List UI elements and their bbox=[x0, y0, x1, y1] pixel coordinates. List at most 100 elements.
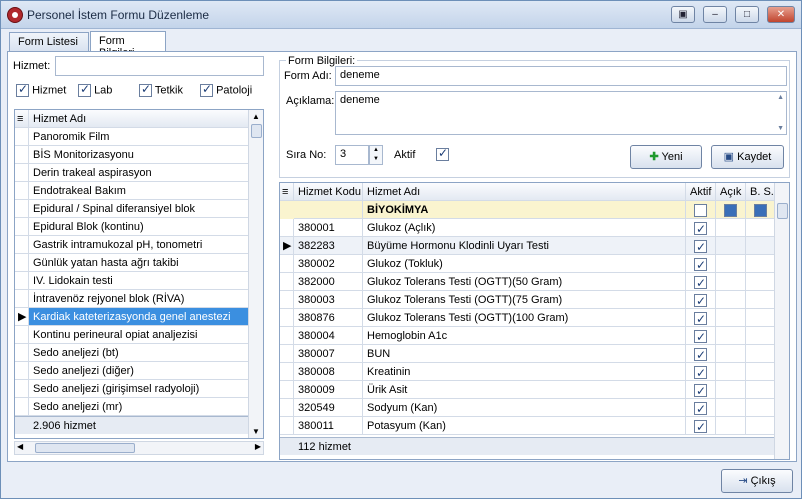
close-button[interactable]: ✕ bbox=[767, 6, 795, 23]
detail-vscroll[interactable] bbox=[774, 183, 789, 459]
acik-cell[interactable] bbox=[716, 291, 746, 309]
list-item[interactable]: Sedo anelјezi (girişimsel radyoloji) bbox=[15, 380, 249, 398]
acik-cell[interactable] bbox=[716, 381, 746, 399]
maximize-button[interactable]: □ bbox=[735, 6, 759, 23]
tab-form-bilgileri[interactable]: Form Bilgileri bbox=[90, 31, 166, 59]
column-menu-icon[interactable]: ≡ bbox=[280, 183, 294, 201]
acik-cell[interactable] bbox=[716, 219, 746, 237]
checkbox-icon[interactable] bbox=[694, 238, 707, 254]
checkbox-icon[interactable] bbox=[694, 364, 707, 380]
bs-cell[interactable] bbox=[746, 327, 775, 345]
sira-stepper[interactable]: ▲ ▼ bbox=[369, 145, 383, 165]
checkbox-icon[interactable] bbox=[694, 220, 707, 236]
col-bs[interactable]: B. S. bbox=[746, 183, 775, 201]
aktif-cell[interactable] bbox=[686, 273, 716, 291]
hscroll-thumb[interactable] bbox=[35, 443, 135, 453]
table-row[interactable]: 380876 Glukoz Tolerans Testi (OGTT)(100 G… bbox=[280, 309, 775, 327]
scroll-down-icon[interactable]: ▼ bbox=[777, 125, 784, 132]
checkbox-icon[interactable] bbox=[694, 400, 707, 416]
minimize-button[interactable]: – bbox=[703, 6, 727, 23]
aktif-cell[interactable] bbox=[686, 327, 716, 345]
filter-lab[interactable]: Lab bbox=[78, 82, 112, 97]
checkbox-icon[interactable] bbox=[694, 328, 707, 344]
bs-cell[interactable] bbox=[746, 381, 775, 399]
aktif-cell[interactable] bbox=[686, 381, 716, 399]
acik-cell[interactable] bbox=[716, 399, 746, 417]
table-row[interactable]: 380009 Ürik Asit bbox=[280, 381, 775, 399]
checkbox-icon[interactable] bbox=[694, 382, 707, 398]
bs-cell[interactable] bbox=[746, 291, 775, 309]
list-item[interactable]: Sedo anelјezi (bt) bbox=[15, 344, 249, 362]
list-item[interactable]: Sedo anelјezi (diğer) bbox=[15, 362, 249, 380]
aktif-cell[interactable] bbox=[686, 363, 716, 381]
scroll-down-icon[interactable]: ▼ bbox=[252, 427, 260, 436]
bs-cell[interactable] bbox=[746, 417, 775, 435]
table-row[interactable]: 380011 Potasyum (Kan) bbox=[280, 417, 775, 435]
aktif-cell[interactable] bbox=[686, 417, 716, 435]
acik-cell[interactable] bbox=[716, 345, 746, 363]
checkbox-icon[interactable] bbox=[694, 203, 707, 217]
scroll-up-icon[interactable]: ▲ bbox=[777, 94, 784, 101]
bs-cell[interactable] bbox=[746, 219, 775, 237]
acik-cell[interactable] bbox=[716, 309, 746, 327]
checkbox-icon[interactable] bbox=[724, 203, 737, 217]
checkbox-icon[interactable] bbox=[200, 82, 213, 97]
aktif-cell[interactable] bbox=[686, 219, 716, 237]
filter-hizmet[interactable]: Hizmet bbox=[16, 82, 66, 97]
group-row[interactable]: BİYOKİMYA bbox=[280, 201, 775, 219]
form-adi-input[interactable]: deneme bbox=[335, 66, 787, 86]
column-menu-icon[interactable]: ≡ bbox=[15, 110, 29, 128]
aktif-cell[interactable] bbox=[686, 309, 716, 327]
aktif-cell[interactable] bbox=[686, 237, 716, 255]
col-acik[interactable]: Açık bbox=[716, 183, 746, 201]
checkbox-icon[interactable] bbox=[694, 418, 707, 434]
scroll-thumb[interactable] bbox=[251, 124, 262, 138]
bs-cell[interactable] bbox=[746, 363, 775, 381]
hizmet-search-input[interactable] bbox=[55, 56, 264, 76]
checkbox-icon[interactable] bbox=[694, 274, 707, 290]
table-row[interactable]: 382000 Glukoz Tolerans Testi (OGTT)(50 Gr… bbox=[280, 273, 775, 291]
checkbox-icon[interactable] bbox=[139, 82, 152, 97]
checkbox-icon[interactable] bbox=[78, 82, 91, 97]
list-hscroll[interactable]: ◀ ▶ bbox=[14, 441, 264, 455]
list-item[interactable]: Epidural Blok (kontinu) bbox=[15, 218, 249, 236]
aktif-cell[interactable] bbox=[686, 255, 716, 273]
list-item[interactable]: Panoromik Film bbox=[15, 128, 249, 146]
group-acik-cell[interactable] bbox=[716, 201, 746, 219]
group-bs-cell[interactable] bbox=[746, 201, 775, 219]
table-row[interactable]: ▶ 382283 Büyüme Hormonu Klodinli Uyarı Tes… bbox=[280, 237, 775, 255]
acik-cell[interactable] bbox=[716, 327, 746, 345]
table-row[interactable]: 380008 Kreatinin bbox=[280, 363, 775, 381]
list-vscroll[interactable]: ▲ ▼ bbox=[248, 110, 263, 438]
bs-cell[interactable] bbox=[746, 345, 775, 363]
list-item[interactable]: ▶ Kardiak kateterizasyonda genel anestezi bbox=[15, 308, 249, 326]
list-item[interactable]: Sedo anelјezi (mr) bbox=[15, 398, 249, 416]
scroll-up-icon[interactable]: ▲ bbox=[252, 112, 260, 121]
list-item[interactable]: Günlük yatan hasta ağrı takibi bbox=[15, 254, 249, 272]
list-item[interactable]: İntravenöz rejyonel blok (RİVA) bbox=[15, 290, 249, 308]
table-row[interactable]: 380001 Glukoz (Açlık) bbox=[280, 219, 775, 237]
aciklama-textarea[interactable]: deneme ▲ ▼ bbox=[335, 91, 787, 135]
bs-cell[interactable] bbox=[746, 237, 775, 255]
table-row[interactable]: 380007 BUN bbox=[280, 345, 775, 363]
acik-cell[interactable] bbox=[716, 417, 746, 435]
col-hizmet-adi[interactable]: Hizmet Adı bbox=[29, 110, 249, 128]
group-aktif-cell[interactable] bbox=[686, 201, 716, 219]
scroll-left-icon[interactable]: ◀ bbox=[17, 442, 23, 451]
list-item[interactable]: Gastrik intramukozal pH, tonometri bbox=[15, 236, 249, 254]
sira-input[interactable]: 3 bbox=[335, 145, 369, 165]
bs-cell[interactable] bbox=[746, 399, 775, 417]
checkbox-icon[interactable] bbox=[754, 203, 767, 217]
acik-cell[interactable] bbox=[716, 255, 746, 273]
filter-tetkik[interactable]: Tetkik bbox=[139, 82, 183, 97]
kaydet-button[interactable]: ▣ Kaydet bbox=[711, 145, 784, 169]
yeni-button[interactable]: ✚ Yeni bbox=[630, 145, 702, 169]
list-item[interactable]: Epidural / Spinal diferansiyel blok bbox=[15, 200, 249, 218]
bs-cell[interactable] bbox=[746, 273, 775, 291]
scroll-thumb[interactable] bbox=[777, 203, 788, 219]
table-row[interactable]: 380003 Glukoz Tolerans Testi (OGTT)(75 Gr… bbox=[280, 291, 775, 309]
table-row[interactable]: 380004 Hemoglobin A1c bbox=[280, 327, 775, 345]
list-item[interactable]: BİS Monitorizasyonu bbox=[15, 146, 249, 164]
col-hizmet-adi[interactable]: Hizmet Adı bbox=[363, 183, 686, 201]
list-item[interactable]: IV. Lidokain testi bbox=[15, 272, 249, 290]
